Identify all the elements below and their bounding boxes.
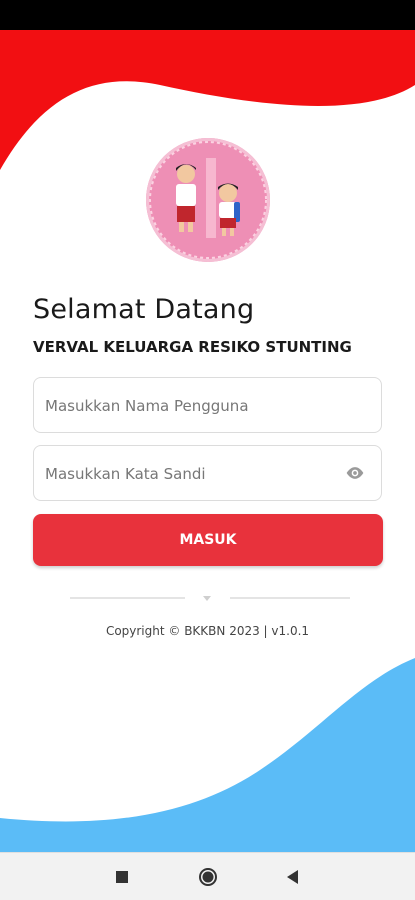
app-logo <box>146 138 270 262</box>
bottom-blue-wave <box>0 658 415 852</box>
page-title: Selamat Datang <box>33 294 255 325</box>
divider <box>70 596 350 601</box>
login-button[interactable]: MASUK <box>33 514 383 566</box>
status-bar <box>0 0 415 30</box>
password-field[interactable] <box>33 445 382 502</box>
circle-icon[interactable] <box>198 867 218 887</box>
triangle-back-icon[interactable] <box>283 867 303 887</box>
square-icon[interactable] <box>112 867 132 887</box>
eye-icon[interactable] <box>345 463 365 483</box>
password-input[interactable] <box>43 446 337 502</box>
username-input[interactable] <box>43 378 337 434</box>
app-subtitle: VERVAL KELUARGA RESIKO STUNTING <box>33 338 352 356</box>
copyright-text: Copyright © BKKBN 2023 | v1.0.1 <box>105 624 310 638</box>
system-nav-bar <box>0 852 415 900</box>
username-field[interactable] <box>33 377 382 434</box>
